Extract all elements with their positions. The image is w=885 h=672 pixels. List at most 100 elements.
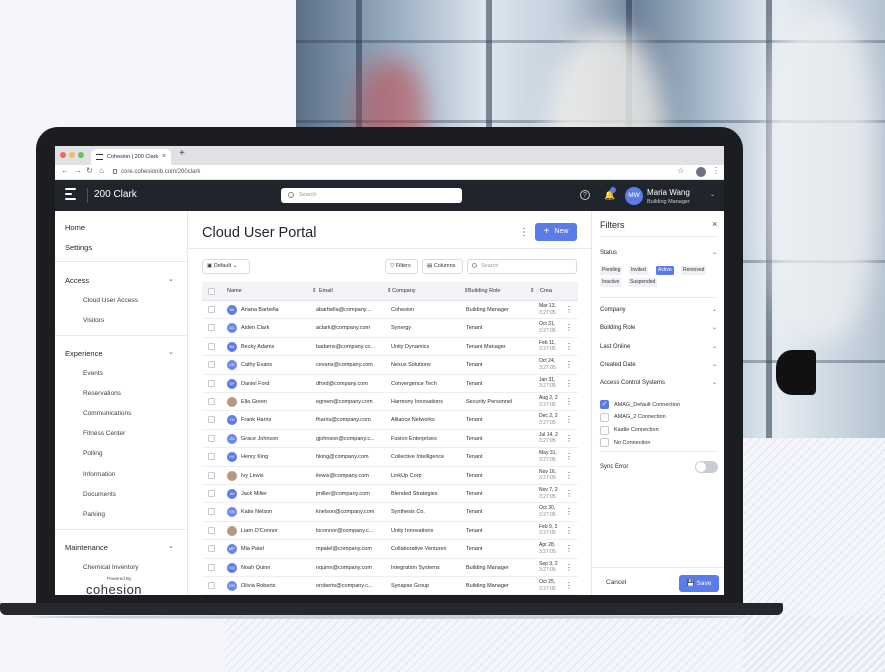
row-checkbox[interactable] [208,398,215,405]
filter-section-last-online[interactable]: Last Online [600,344,630,350]
row-kebab-icon[interactable]: ⋮ [565,393,573,411]
row-kebab-icon[interactable]: ⋮ [565,430,573,448]
status-chip[interactable]: Pending [600,266,623,275]
table-row[interactable]: JM Jack Miller jmiller@company.com Blended … [202,485,578,504]
column-header-name[interactable]: Name [227,282,242,301]
filter-section-access-control-systems[interactable]: Access Control Systems [600,380,665,386]
cell-name[interactable]: Daniel Ford [241,375,313,393]
minimize-window-dot[interactable] [69,152,75,158]
sidebar-item-information[interactable]: Information [83,471,116,478]
status-chip[interactable]: Active [656,266,674,275]
cancel-button[interactable]: Cancel [606,579,626,586]
row-kebab-icon[interactable]: ⋮ [565,338,573,356]
user-avatar[interactable]: MW [625,187,643,205]
filter-section-building-role[interactable]: Building Role [600,325,635,331]
chevron-down-icon[interactable]: ⌄ [168,275,174,283]
chevron-down-icon[interactable]: ⌄ [712,379,717,386]
header-search-input[interactable]: Search [281,188,462,203]
row-kebab-icon[interactable]: ⋮ [565,411,573,429]
cell-name[interactable]: Jack Miller [241,485,313,503]
column-header-created[interactable]: Crea [540,282,552,301]
menu-icon[interactable] [65,188,76,202]
save-button[interactable]: 💾 Save [679,575,719,592]
browser-menu-icon[interactable]: ⋮ [712,166,720,175]
row-kebab-icon[interactable]: ⋮ [565,540,573,558]
table-row[interactable]: NQ Noah Quinn nquinn@company.com Integratio… [202,559,578,577]
row-kebab-icon[interactable]: ⋮ [565,356,573,374]
chevron-down-icon[interactable]: ⌄ [710,191,715,198]
chevron-down-icon[interactable]: ⌄ [712,324,717,331]
sort-icon[interactable]: ⇕ [530,282,535,301]
chevron-down-icon[interactable]: ⌄ [168,542,174,550]
cell-name[interactable]: Henry King [241,448,313,466]
row-kebab-icon[interactable]: ⋮ [565,485,573,503]
select-all-checkbox[interactable] [208,288,215,295]
row-checkbox[interactable] [208,526,215,534]
row-kebab-icon[interactable]: ⋮ [565,467,573,485]
forward-icon[interactable]: → [74,166,82,175]
table-row[interactable]: Liam O'Connor loconnor@company.c... Unity … [202,522,578,541]
sidebar-section-maintenance[interactable]: Maintenance [65,543,108,552]
cell-name[interactable]: Liam O'Connor [241,522,313,540]
chevron-down-icon[interactable]: ⌄ [712,361,717,368]
browser-tab[interactable]: Cohesion | 200 Clark × [91,149,171,165]
column-header-building-role[interactable]: Building Role [468,282,500,301]
row-kebab-icon[interactable]: ⋮ [565,319,573,337]
row-checkbox[interactable] [208,324,215,332]
table-row[interactable]: OR Olivia Roberts oroberts@company.c... Syn… [202,577,578,595]
cell-name[interactable]: Grace Johnson [241,430,313,448]
chevron-down-icon[interactable]: ⌄ [712,249,717,256]
sidebar-item-events[interactable]: Events [83,370,103,377]
status-chip[interactable]: Inactive [600,278,622,287]
row-checkbox[interactable] [208,453,215,461]
chevron-down-icon[interactable]: ⌄ [712,343,717,350]
row-kebab-icon[interactable]: ⋮ [565,375,573,393]
row-checkbox[interactable] [208,342,215,350]
sidebar-item-communications[interactable]: Communications [83,410,131,417]
user-name[interactable]: Maria Wang [647,188,690,197]
cell-name[interactable]: Ivy Lewis [241,467,313,485]
cell-name[interactable]: Cathy Evans [241,356,313,374]
new-button[interactable]: + New [535,223,577,241]
row-checkbox[interactable] [208,306,215,313]
cell-name[interactable]: Ariana Barbella [241,301,313,319]
sidebar-section-experience[interactable]: Experience [65,349,103,358]
filter-section-company[interactable]: Company [600,307,626,313]
column-header-company[interactable]: Company [392,282,416,301]
checked-checkbox[interactable]: ✓ [600,400,609,409]
columns-button[interactable]: ▤ Columns [422,259,463,274]
back-icon[interactable]: ← [61,166,69,175]
home-icon[interactable]: ⌂ [99,166,104,175]
new-tab-icon[interactable]: + [179,148,185,159]
row-checkbox[interactable] [208,379,215,387]
cell-name[interactable]: Olivia Roberts [241,577,313,595]
close-icon[interactable]: × [712,219,717,229]
maximize-window-dot[interactable] [78,152,84,158]
reload-icon[interactable]: ↻ [86,166,93,175]
cell-name[interactable]: Noah Quinn [241,559,313,577]
table-row[interactable]: MP Mia Patel mpatel@company.com Collaborati… [202,540,578,559]
filter-section-created-date[interactable]: Created Date [600,362,636,368]
cell-name[interactable]: Aiden Clark [241,319,313,337]
sidebar-item-chemical-inventory[interactable]: Chemical Inventory [83,564,139,571]
profile-icon[interactable] [696,167,706,177]
checkbox[interactable] [600,438,609,448]
table-row[interactable]: Ella Green egreen@company.com Harmony Inno… [202,393,578,412]
checkbox[interactable] [600,412,609,422]
table-search-input[interactable]: Search [467,259,577,274]
cell-name[interactable]: Katie Nelson [241,503,313,521]
sidebar-item-home[interactable]: Home [65,223,85,232]
sidebar-item-documents[interactable]: Documents [83,491,116,498]
view-select[interactable]: ▣ Default ⌄ [202,259,250,274]
row-kebab-icon[interactable]: ⋮ [565,448,573,466]
help-icon[interactable]: ? [580,190,590,200]
sort-icon[interactable]: ⇕ [312,282,317,301]
site-name[interactable]: 200 Clark [94,189,137,200]
kebab-icon[interactable]: ⋮ [519,227,529,238]
row-kebab-icon[interactable]: ⋮ [565,559,573,577]
sidebar-item-settings[interactable]: Settings [65,243,92,252]
row-checkbox[interactable] [208,416,215,424]
table-row[interactable]: HK Henry King hking@company.com Collective … [202,448,578,467]
sidebar-item-fitness-center[interactable]: Fitness Center [83,430,125,437]
status-chip[interactable]: Invited [629,266,648,275]
